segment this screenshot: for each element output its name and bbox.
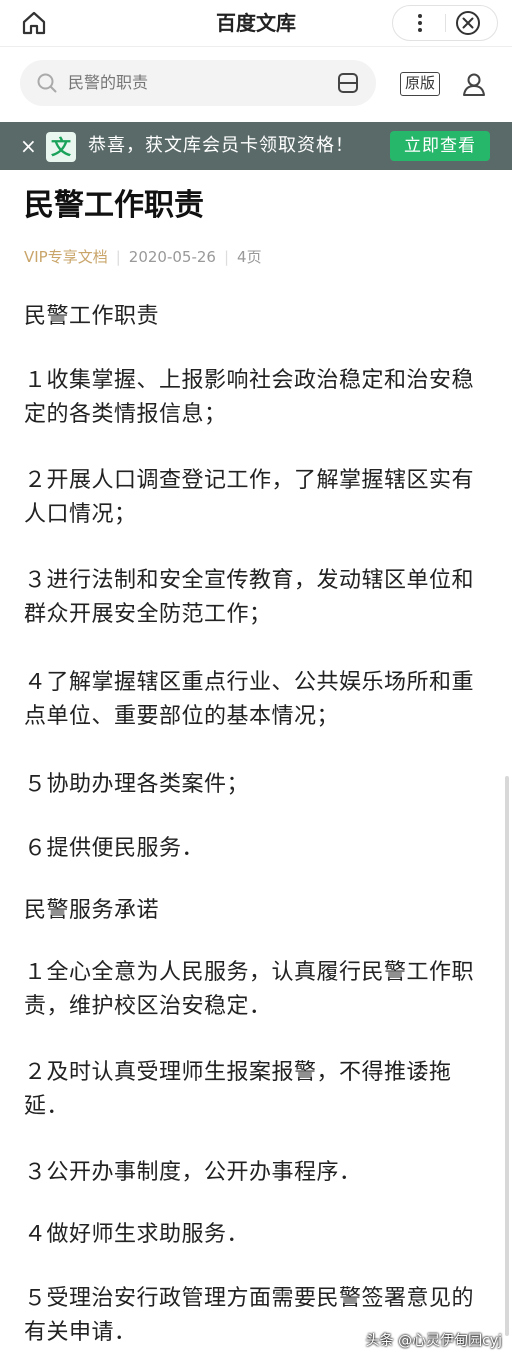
search-row: 原版 xyxy=(0,54,512,114)
view-now-button[interactable]: 立即查看 xyxy=(390,131,490,161)
capsule-divider xyxy=(445,14,446,32)
document-meta: VIP专享文档 | 2020-05-26 | 4页 xyxy=(24,246,262,268)
banner-text: 恭喜，获文库会员卡领取资格！ xyxy=(88,135,354,156)
vip-tag: VIP专享文档 xyxy=(24,248,108,266)
original-version-button[interactable]: 原版 xyxy=(400,72,440,96)
paragraph: ３公开办事制度，公开办事程序． xyxy=(24,1160,362,1185)
search-box[interactable] xyxy=(20,60,376,106)
scan-icon[interactable] xyxy=(336,71,360,95)
paragraph: ５协助办理各类案件； xyxy=(24,772,250,797)
paragraph: １收集掌握、上报影响社会政治稳定和治安稳定的各类情报信息； xyxy=(24,368,475,427)
user-icon[interactable] xyxy=(460,70,488,98)
close-circle-icon[interactable] xyxy=(455,10,481,36)
mini-program-capsule xyxy=(392,5,498,41)
paragraph: ６提供便民服务． xyxy=(24,836,205,861)
paragraph: ３进行法制和安全宣传教育，发动辖区单位和群众开展安全防范工作； xyxy=(24,568,475,627)
more-icon[interactable] xyxy=(407,10,433,36)
document-date: 2020-05-26 xyxy=(128,248,216,266)
banner-close-button[interactable]: × xyxy=(20,122,37,170)
paragraph: ２开展人口调查登记工作，了解掌握辖区实有人口情况； xyxy=(24,468,475,527)
search-icon xyxy=(36,72,58,94)
paragraph: ２及时认真受理师生报案报警，不得推诿拖延． xyxy=(24,1060,452,1119)
document-title: 民警工作职责 xyxy=(24,188,204,223)
document-pages: 4页 xyxy=(237,248,262,266)
wenku-logo-icon: 文 xyxy=(46,132,76,162)
meta-separator: | xyxy=(223,248,230,266)
paragraph: ４了解掌握辖区重点行业、公共娱乐场所和重点单位、重要部位的基本情况； xyxy=(24,670,475,729)
meta-separator: | xyxy=(115,248,121,266)
top-bar: 百度文库 xyxy=(0,0,512,47)
paragraph: 民警服务承诺 xyxy=(24,898,160,923)
watermark: 头条 @心灵伊甸园cyj xyxy=(365,1333,502,1349)
search-input[interactable] xyxy=(68,60,318,106)
promo-banner: × 文 恭喜，获文库会员卡领取资格！ 立即查看 xyxy=(0,122,512,170)
paragraph: ４做好师生求助服务． xyxy=(24,1222,250,1247)
paragraph: 民警工作职责 xyxy=(24,304,160,329)
paragraph: １全心全意为人民服务，认真履行民警工作职责，维护校区治安稳定． xyxy=(24,960,475,1019)
scrollbar[interactable] xyxy=(505,776,509,1336)
